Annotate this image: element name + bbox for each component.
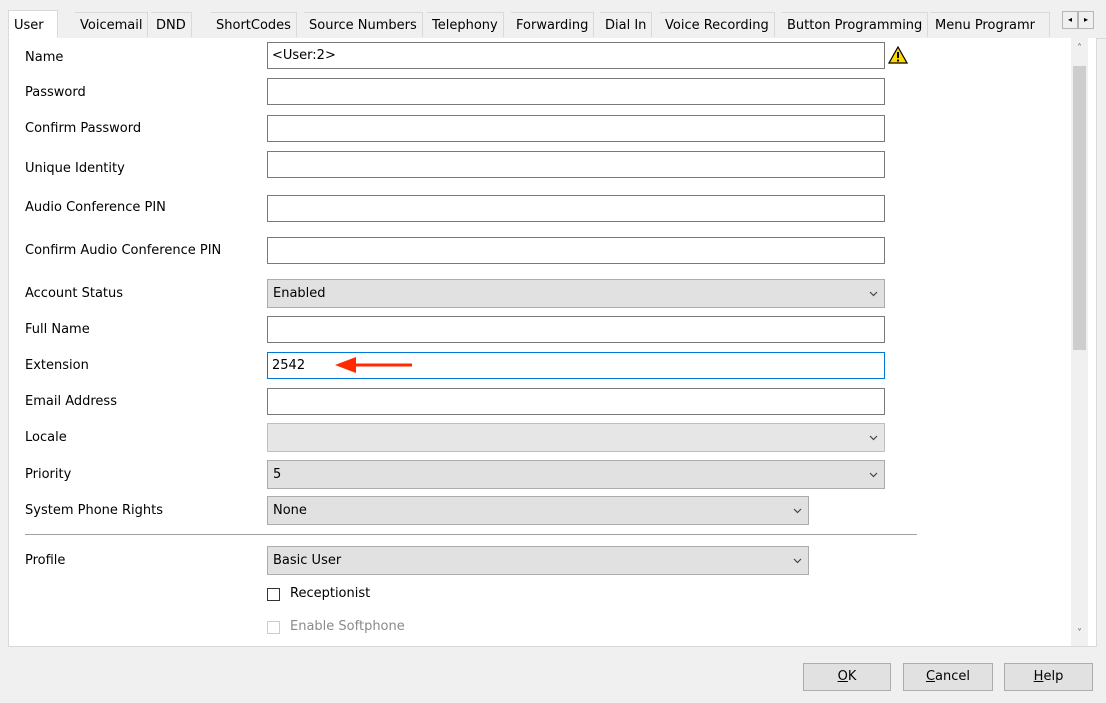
priority-select[interactable]: 5 [267,460,885,489]
user-form-panel: Name <User:2> Password Confirm Password … [8,38,1097,647]
tab-voice-recording[interactable]: Voice Recording [660,12,775,37]
tab-bar: User Voicemail DND ShortCodes Source Num… [8,10,1106,39]
confirm-audio-conference-pin-input[interactable] [267,237,885,264]
enable-softphone-label: Enable Softphone [290,619,405,634]
arrow-left-icon: ◂ [1067,15,1072,24]
tab-shortcodes[interactable]: ShortCodes [211,12,297,37]
cancel-button[interactable]: Cancel [903,663,993,691]
password-label: Password [25,85,86,100]
priority-label: Priority [25,467,72,482]
tab-source-numbers[interactable]: Source Numbers [304,12,423,37]
unique-identity-label: Unique Identity [25,161,125,176]
email-address-input[interactable] [267,388,885,415]
receptionist-label: Receptionist [290,586,371,601]
locale-label: Locale [25,430,67,445]
unique-identity-input[interactable] [267,151,885,178]
password-input[interactable] [267,78,885,105]
account-status-value: Enabled [273,286,326,301]
tab-dial-in[interactable]: Dial In [600,12,653,37]
help-label-rest: elp [1043,669,1064,684]
audio-conference-pin-label: Audio Conference PIN [25,200,166,215]
chevron-down-icon [793,508,802,514]
scroll-up-icon[interactable]: ˄ [1071,40,1088,57]
confirm-password-input[interactable] [267,115,885,142]
system-phone-rights-label: System Phone Rights [25,503,164,518]
tab-user[interactable]: User [8,10,58,38]
tab-telephony[interactable]: Telephony [427,12,504,37]
chevron-down-icon [869,472,878,478]
warning-icon [888,46,908,64]
chevron-down-icon [869,291,878,297]
tab-dnd[interactable]: DND [151,12,192,37]
tab-voicemail[interactable]: Voicemail [75,12,149,37]
confirm-audio-conference-pin-label: Confirm Audio Conference PIN [25,243,222,258]
name-label: Name [25,50,64,65]
system-phone-rights-value: None [273,503,307,518]
account-status-select[interactable]: Enabled [267,279,885,308]
chevron-down-icon [793,558,802,564]
priority-value: 5 [273,467,282,482]
tab-button-programming[interactable]: Button Programming [782,12,929,37]
tab-scroll-left-button[interactable]: ◂ [1062,11,1078,29]
audio-conference-pin-input[interactable] [267,195,885,222]
section-divider [25,534,917,535]
ok-label-rest: K [847,669,857,684]
name-input[interactable]: <User:2> [267,42,885,69]
extension-label: Extension [25,358,89,373]
profile-select[interactable]: Basic User [267,546,809,575]
tab-menu-programming[interactable]: Menu Programr [930,12,1050,37]
confirm-password-label: Confirm Password [25,121,142,136]
scroll-down-icon[interactable]: ˅ [1071,625,1088,642]
enable-softphone-checkbox[interactable] [267,621,280,634]
tab-forwarding[interactable]: Forwarding [511,12,595,37]
profile-value: Basic User [273,553,342,568]
annotation-arrow-icon [335,357,412,373]
vertical-scrollbar[interactable]: ˄ ˅ [1071,38,1088,646]
scrollbar-thumb[interactable] [1073,66,1086,350]
account-status-label: Account Status [25,286,124,301]
tab-scroll-right-button[interactable]: ▸ [1078,11,1094,29]
locale-select[interactable] [267,423,885,452]
receptionist-checkbox[interactable] [267,588,280,601]
arrow-right-icon: ▸ [1083,15,1088,24]
cancel-accesskey: C [925,669,936,684]
profile-label: Profile [25,553,66,568]
ok-accesskey: O [837,669,848,684]
help-button[interactable]: Help [1004,663,1093,691]
cancel-label-rest: ancel [935,669,971,684]
chevron-down-icon [869,435,878,441]
help-accesskey: H [1033,669,1044,684]
ok-button[interactable]: OK [803,663,891,691]
email-address-label: Email Address [25,394,117,409]
full-name-input[interactable] [267,316,885,343]
full-name-label: Full Name [25,322,90,337]
system-phone-rights-select[interactable]: None [267,496,809,525]
